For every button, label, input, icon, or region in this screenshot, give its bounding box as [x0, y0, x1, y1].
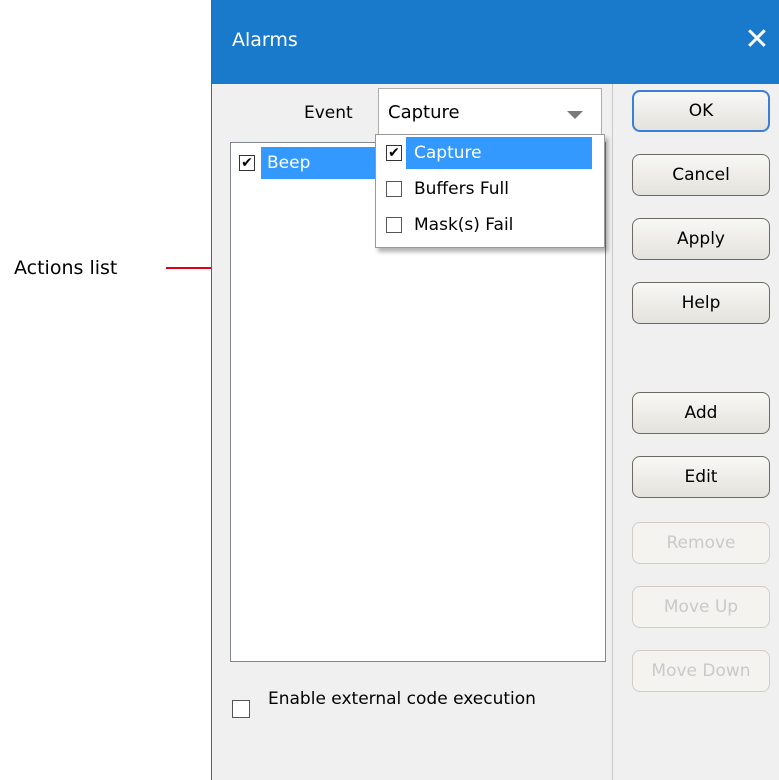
- dropdown-item-mask-fail[interactable]: Mask(s) Fail: [376, 207, 600, 243]
- move-up-button[interactable]: Move Up: [632, 586, 770, 628]
- move-down-button[interactable]: Move Down: [632, 650, 770, 692]
- title-bar: Alarms ✕: [212, 0, 779, 84]
- close-icon[interactable]: ✕: [734, 14, 779, 66]
- enable-external-checkbox[interactable]: [232, 700, 250, 718]
- dropdown-item-label[interactable]: Mask(s) Fail: [406, 209, 521, 241]
- apply-button[interactable]: Apply: [632, 218, 770, 260]
- chevron-down-icon[interactable]: [567, 111, 583, 119]
- unchecked-box-icon[interactable]: [386, 181, 402, 197]
- dialog-title: Alarms: [232, 29, 298, 51]
- panel-divider: [612, 84, 613, 780]
- dropdown-item-label[interactable]: Buffers Full: [406, 173, 517, 205]
- cancel-button[interactable]: Cancel: [632, 154, 770, 196]
- event-dropdown: ✔ Capture Buffers Full Mask(s) Fail: [375, 134, 605, 248]
- help-button[interactable]: Help: [632, 282, 770, 324]
- unchecked-box-icon[interactable]: [386, 217, 402, 233]
- dropdown-item-label[interactable]: Capture: [406, 137, 592, 169]
- action-label[interactable]: Beep: [261, 147, 391, 179]
- dropdown-item-buffers-full[interactable]: Buffers Full: [376, 171, 600, 207]
- event-label: Event: [304, 103, 353, 123]
- enable-external-label[interactable]: Enable external code execution: [268, 684, 568, 714]
- callout-label: Actions list: [14, 257, 118, 279]
- dropdown-item-capture[interactable]: ✔ Capture: [376, 135, 600, 171]
- ok-button[interactable]: OK: [632, 90, 770, 132]
- event-select[interactable]: Capture: [378, 88, 602, 136]
- action-checkbox[interactable]: ✔: [239, 155, 255, 171]
- add-button[interactable]: Add: [632, 392, 770, 434]
- remove-button[interactable]: Remove: [632, 522, 770, 564]
- alarms-dialog: Alarms ✕ Event Capture ✔ Beep ✔ Capture …: [211, 0, 779, 780]
- check-icon[interactable]: ✔: [386, 145, 402, 161]
- event-select-value: Capture: [388, 102, 460, 123]
- edit-button[interactable]: Edit: [632, 456, 770, 498]
